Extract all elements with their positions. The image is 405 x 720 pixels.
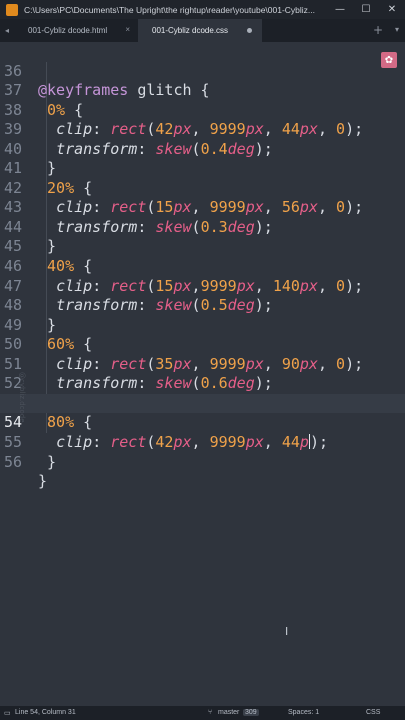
code-line: 46 clip: rect(15px,9999px, 140px, 0);: [0, 238, 405, 295]
code-line: 45 40% {: [0, 218, 405, 275]
code-line: 52 }: [0, 355, 405, 412]
code-text: }: [47, 452, 57, 471]
maximize-button[interactable]: ☐: [353, 0, 379, 19]
close-button[interactable]: ✕: [379, 0, 405, 19]
code-line: 51 transform: skew(0.6deg);: [0, 335, 405, 393]
code-line: 44 }: [0, 198, 405, 256]
code-line: 47 transform: skew(0.5deg);: [0, 257, 405, 315]
tab-css-file[interactable]: 001-Cybliz dcode.css: [138, 19, 262, 42]
text-cursor-icon: I: [285, 625, 289, 638]
lotus-icon[interactable]: ✿: [381, 52, 397, 68]
minimize-button[interactable]: —: [327, 0, 353, 19]
git-branch-icon: ⑂: [208, 709, 213, 716]
code-line: 55 }: [0, 413, 405, 471]
code-line: 39 transform: skew(0.4deg);: [0, 101, 405, 158]
tab-html-file[interactable]: 001-Cybliz dcode.html ×: [14, 19, 138, 42]
code-line: 53 80% {: [0, 374, 405, 432]
code-line: 41 20% {: [0, 140, 405, 197]
line-number: 56: [3, 452, 22, 471]
panel-icon[interactable]: ▭: [4, 709, 11, 717]
code-line: 36 @keyframes glitch {: [0, 42, 405, 100]
code-line: 43 transform: skew(0.3deg);: [0, 179, 405, 236]
tab-close-icon[interactable]: ×: [125, 25, 130, 34]
code-line: 48 }: [0, 277, 405, 334]
code-editor[interactable]: 36 @keyframes glitch { 37 0% { 38 clip: …: [0, 42, 405, 706]
branch-count-badge: 309: [243, 709, 259, 716]
title-bar: C:\Users\PC\Documents\The Upright\the ri…: [0, 0, 405, 19]
tab-label: 001-Cybliz dcode.css: [152, 26, 229, 35]
code-line: 37 0% {: [0, 62, 405, 119]
code-line: 56 }: [0, 433, 405, 491]
status-bar: ▭ Line 54, Column 31 ⑂ master 309 Spaces…: [0, 706, 405, 720]
code-line: 42 clip: rect(15px, 9999px, 56px, 0);: [0, 159, 405, 217]
unsaved-dot-icon[interactable]: [247, 28, 252, 33]
git-branch[interactable]: master: [218, 709, 239, 716]
indentation-setting[interactable]: Spaces: 1: [288, 709, 319, 716]
new-tab-icon[interactable]: +: [373, 23, 383, 37]
code-line: 50 clip: rect(35px, 9999px, 90px, 0);: [0, 316, 405, 373]
watermark: @cybliz.dcode: [18, 372, 26, 423]
sublime-icon: [6, 3, 18, 16]
tab-list-chevron-icon[interactable]: ▾: [395, 25, 399, 34]
window-title: C:\Users\PC\Documents\The Upright\the ri…: [24, 4, 316, 15]
current-code-line: 54 clip: rect(42px, 9999px, 44p);: [0, 393, 405, 451]
cursor-position[interactable]: Line 54, Column 31: [15, 709, 76, 716]
syntax-selector[interactable]: CSS: [366, 709, 380, 716]
tab-scroll-left-icon[interactable]: ◂: [0, 19, 14, 42]
window-controls: — ☐ ✕: [327, 0, 405, 19]
code-line: 49 60% {: [0, 296, 405, 354]
tab-label: 001-Cybliz dcode.html: [28, 26, 108, 35]
code-text: }: [38, 472, 48, 491]
code-line: 40 }: [0, 120, 405, 178]
tab-bar: ◂ 001-Cybliz dcode.html × 001-Cybliz dco…: [0, 19, 405, 42]
code-line: 38 clip: rect(42px, 9999px, 44px, 0);: [0, 81, 405, 139]
